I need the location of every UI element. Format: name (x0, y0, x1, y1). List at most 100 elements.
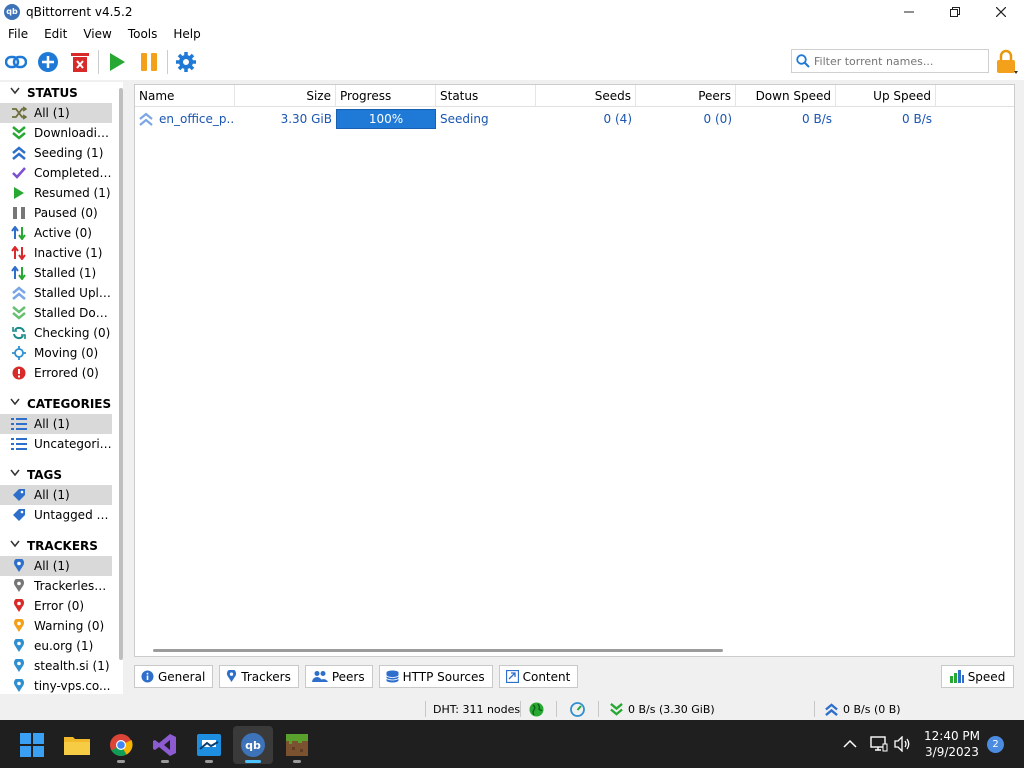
volume-tray-icon[interactable] (894, 720, 912, 768)
sidebar-item-label: All (1) (34, 417, 70, 431)
tab-http-sources[interactable]: HTTP Sources (378, 665, 493, 688)
sidebar-item-status-active[interactable]: Active (0) (0, 223, 112, 243)
options-button[interactable] (170, 46, 202, 78)
column-header-more[interactable] (936, 85, 1014, 107)
sidebar-item-tracker-trackerless[interactable]: Trackerless (0) (0, 576, 112, 596)
chevron-down-icon (10, 469, 22, 480)
tab-content[interactable]: Content (498, 665, 579, 688)
column-header-status[interactable]: Status (436, 85, 536, 107)
menu-edit[interactable]: Edit (36, 27, 75, 41)
sidebar-item-status-completed[interactable]: Completed ... (0, 163, 112, 183)
start-button[interactable] (12, 726, 52, 764)
globe-icon (529, 702, 544, 716)
tab-peers[interactable]: Peers (304, 665, 373, 688)
delete-torrent-button[interactable] (64, 46, 96, 78)
sidebar-item-label: Stalled (1) (34, 266, 97, 280)
horizontal-scrollbar[interactable] (153, 649, 723, 652)
sidebar-item-tracker-eu-org[interactable]: eu.org (1) (0, 636, 112, 656)
sidebar-item-status-seeding[interactable]: Seeding (1) (0, 143, 112, 163)
sidebar-item-tag-all[interactable]: All (1) (0, 485, 112, 505)
sidebar-item-category-all[interactable]: All (1) (0, 414, 112, 434)
column-header-progress[interactable]: Progress (336, 85, 436, 107)
tab-speed[interactable]: Speed (941, 665, 1014, 688)
sidebar-item-tracker-all[interactable]: All (1) (0, 556, 112, 576)
error-icon (10, 365, 28, 381)
sidebar-item-category-uncategorized[interactable]: Uncategoriz... (0, 434, 112, 454)
categories-section-header[interactable]: CATEGORIES (0, 393, 123, 414)
search-icon (796, 54, 810, 68)
sidebar-item-status-checking[interactable]: Checking (0) (0, 323, 112, 343)
clock-date: 3/9/2023 (925, 745, 979, 759)
pause-button[interactable] (133, 46, 165, 78)
sidebar-scrollbar[interactable] (119, 88, 123, 660)
taskbar-visual-studio[interactable] (145, 726, 185, 764)
sidebar-item-tracker-stealth-si[interactable]: stealth.si (1) (0, 656, 112, 676)
sidebar-item-status-stalled[interactable]: Stalled (1) (0, 263, 112, 283)
close-button[interactable] (978, 0, 1024, 23)
add-torrent-link-button[interactable] (0, 46, 32, 78)
sidebar-item-label: Downloadin... (34, 126, 112, 140)
taskbar-file-explorer[interactable] (57, 726, 97, 764)
sidebar-item-status-resumed[interactable]: Resumed (1) (0, 183, 112, 203)
network-tray-icon[interactable] (870, 720, 888, 768)
taskbar-chrome[interactable] (101, 726, 141, 764)
speed-limit-toggle[interactable] (570, 698, 585, 720)
menu-view[interactable]: View (75, 27, 119, 41)
menu-tools[interactable]: Tools (120, 27, 166, 41)
speedometer-icon (570, 701, 585, 717)
sidebar-item-status-stalled-uploading[interactable]: Stalled Uplo... (0, 283, 112, 303)
tab-label: Trackers (241, 669, 291, 684)
sidebar-item-status-moving[interactable]: Moving (0) (0, 343, 112, 363)
taskbar-qbittorrent[interactable]: qb (233, 726, 273, 764)
sidebar-item-tracker-warning[interactable]: Warning (0) (0, 616, 112, 636)
taskbar-minecraft[interactable] (277, 726, 317, 764)
download-speed-text: 0 B/s (3.30 GiB) (628, 702, 715, 716)
minimize-button[interactable] (886, 0, 932, 23)
restore-button[interactable] (932, 0, 978, 23)
notification-badge[interactable]: 2 (987, 736, 1004, 753)
menu-help[interactable]: Help (165, 27, 208, 41)
sidebar-item-status-paused[interactable]: Paused (0) (0, 203, 112, 223)
sidebar-item-status-stalled-downloading[interactable]: Stalled Dow... (0, 303, 112, 323)
add-torrent-file-button[interactable] (32, 46, 64, 78)
stalled-arrows-icon (10, 265, 28, 281)
windows-logo-icon (20, 733, 44, 757)
list-icon (10, 416, 28, 432)
taskbar: qb 12:40 PM 3/9/2023 (0, 720, 1024, 768)
tab-general[interactable]: General (134, 665, 214, 688)
pin-red-icon (10, 598, 28, 614)
column-header-size[interactable]: Size (235, 85, 336, 107)
column-header-up-speed[interactable]: Up Speed (836, 85, 936, 107)
column-header-name[interactable]: Name (135, 85, 235, 107)
sidebar-item-status-inactive[interactable]: Inactive (1) (0, 243, 112, 263)
status-section-header[interactable]: STATUS (0, 82, 123, 103)
sidebar-item-label: Inactive (1) (34, 246, 103, 260)
table-row[interactable]: en_office_p... 3.30 GiB 100% Seeding 0 (… (135, 109, 1014, 129)
pin-icon (10, 658, 28, 674)
properties-tabs: General Trackers Peers HTTP Sources Cont… (134, 665, 584, 689)
sidebar-item-label: Stalled Dow... (34, 306, 112, 320)
menu-file[interactable]: File (0, 27, 36, 41)
filter-torrent-input[interactable] (814, 54, 984, 68)
lock-button[interactable] (995, 49, 1019, 75)
taskbar-remote-app[interactable] (189, 726, 229, 764)
sidebar-item-tracker-error[interactable]: Error (0) (0, 596, 112, 616)
sidebar-item-status-all[interactable]: All (1) (0, 103, 112, 123)
download-icon (610, 702, 623, 716)
tab-trackers[interactable]: Trackers (219, 665, 299, 688)
sidebar-item-status-errored[interactable]: Errored (0) (0, 363, 112, 383)
sidebar-item-tracker-tiny-vps[interactable]: tiny-vps.co... (0, 676, 112, 694)
trackers-section-header[interactable]: TRACKERS (0, 535, 123, 556)
sidebar-item-tag-untagged[interactable]: Untagged (1) (0, 505, 112, 525)
sidebar-item-status-downloading[interactable]: Downloadin... (0, 123, 112, 143)
tags-section-header[interactable]: TAGS (0, 464, 123, 485)
sidebar-item-label: Completed ... (34, 166, 112, 180)
column-header-down-speed[interactable]: Down Speed (736, 85, 836, 107)
column-header-peers[interactable]: Peers (636, 85, 736, 107)
resume-button[interactable] (101, 46, 133, 78)
clock[interactable]: 12:40 PM 3/9/2023 (920, 728, 984, 760)
tray-overflow-button[interactable] (843, 720, 857, 768)
table-header: Name Size Progress Status Seeds Peers Do… (135, 85, 1014, 107)
column-header-seeds[interactable]: Seeds (536, 85, 636, 107)
connection-status[interactable] (529, 698, 544, 720)
